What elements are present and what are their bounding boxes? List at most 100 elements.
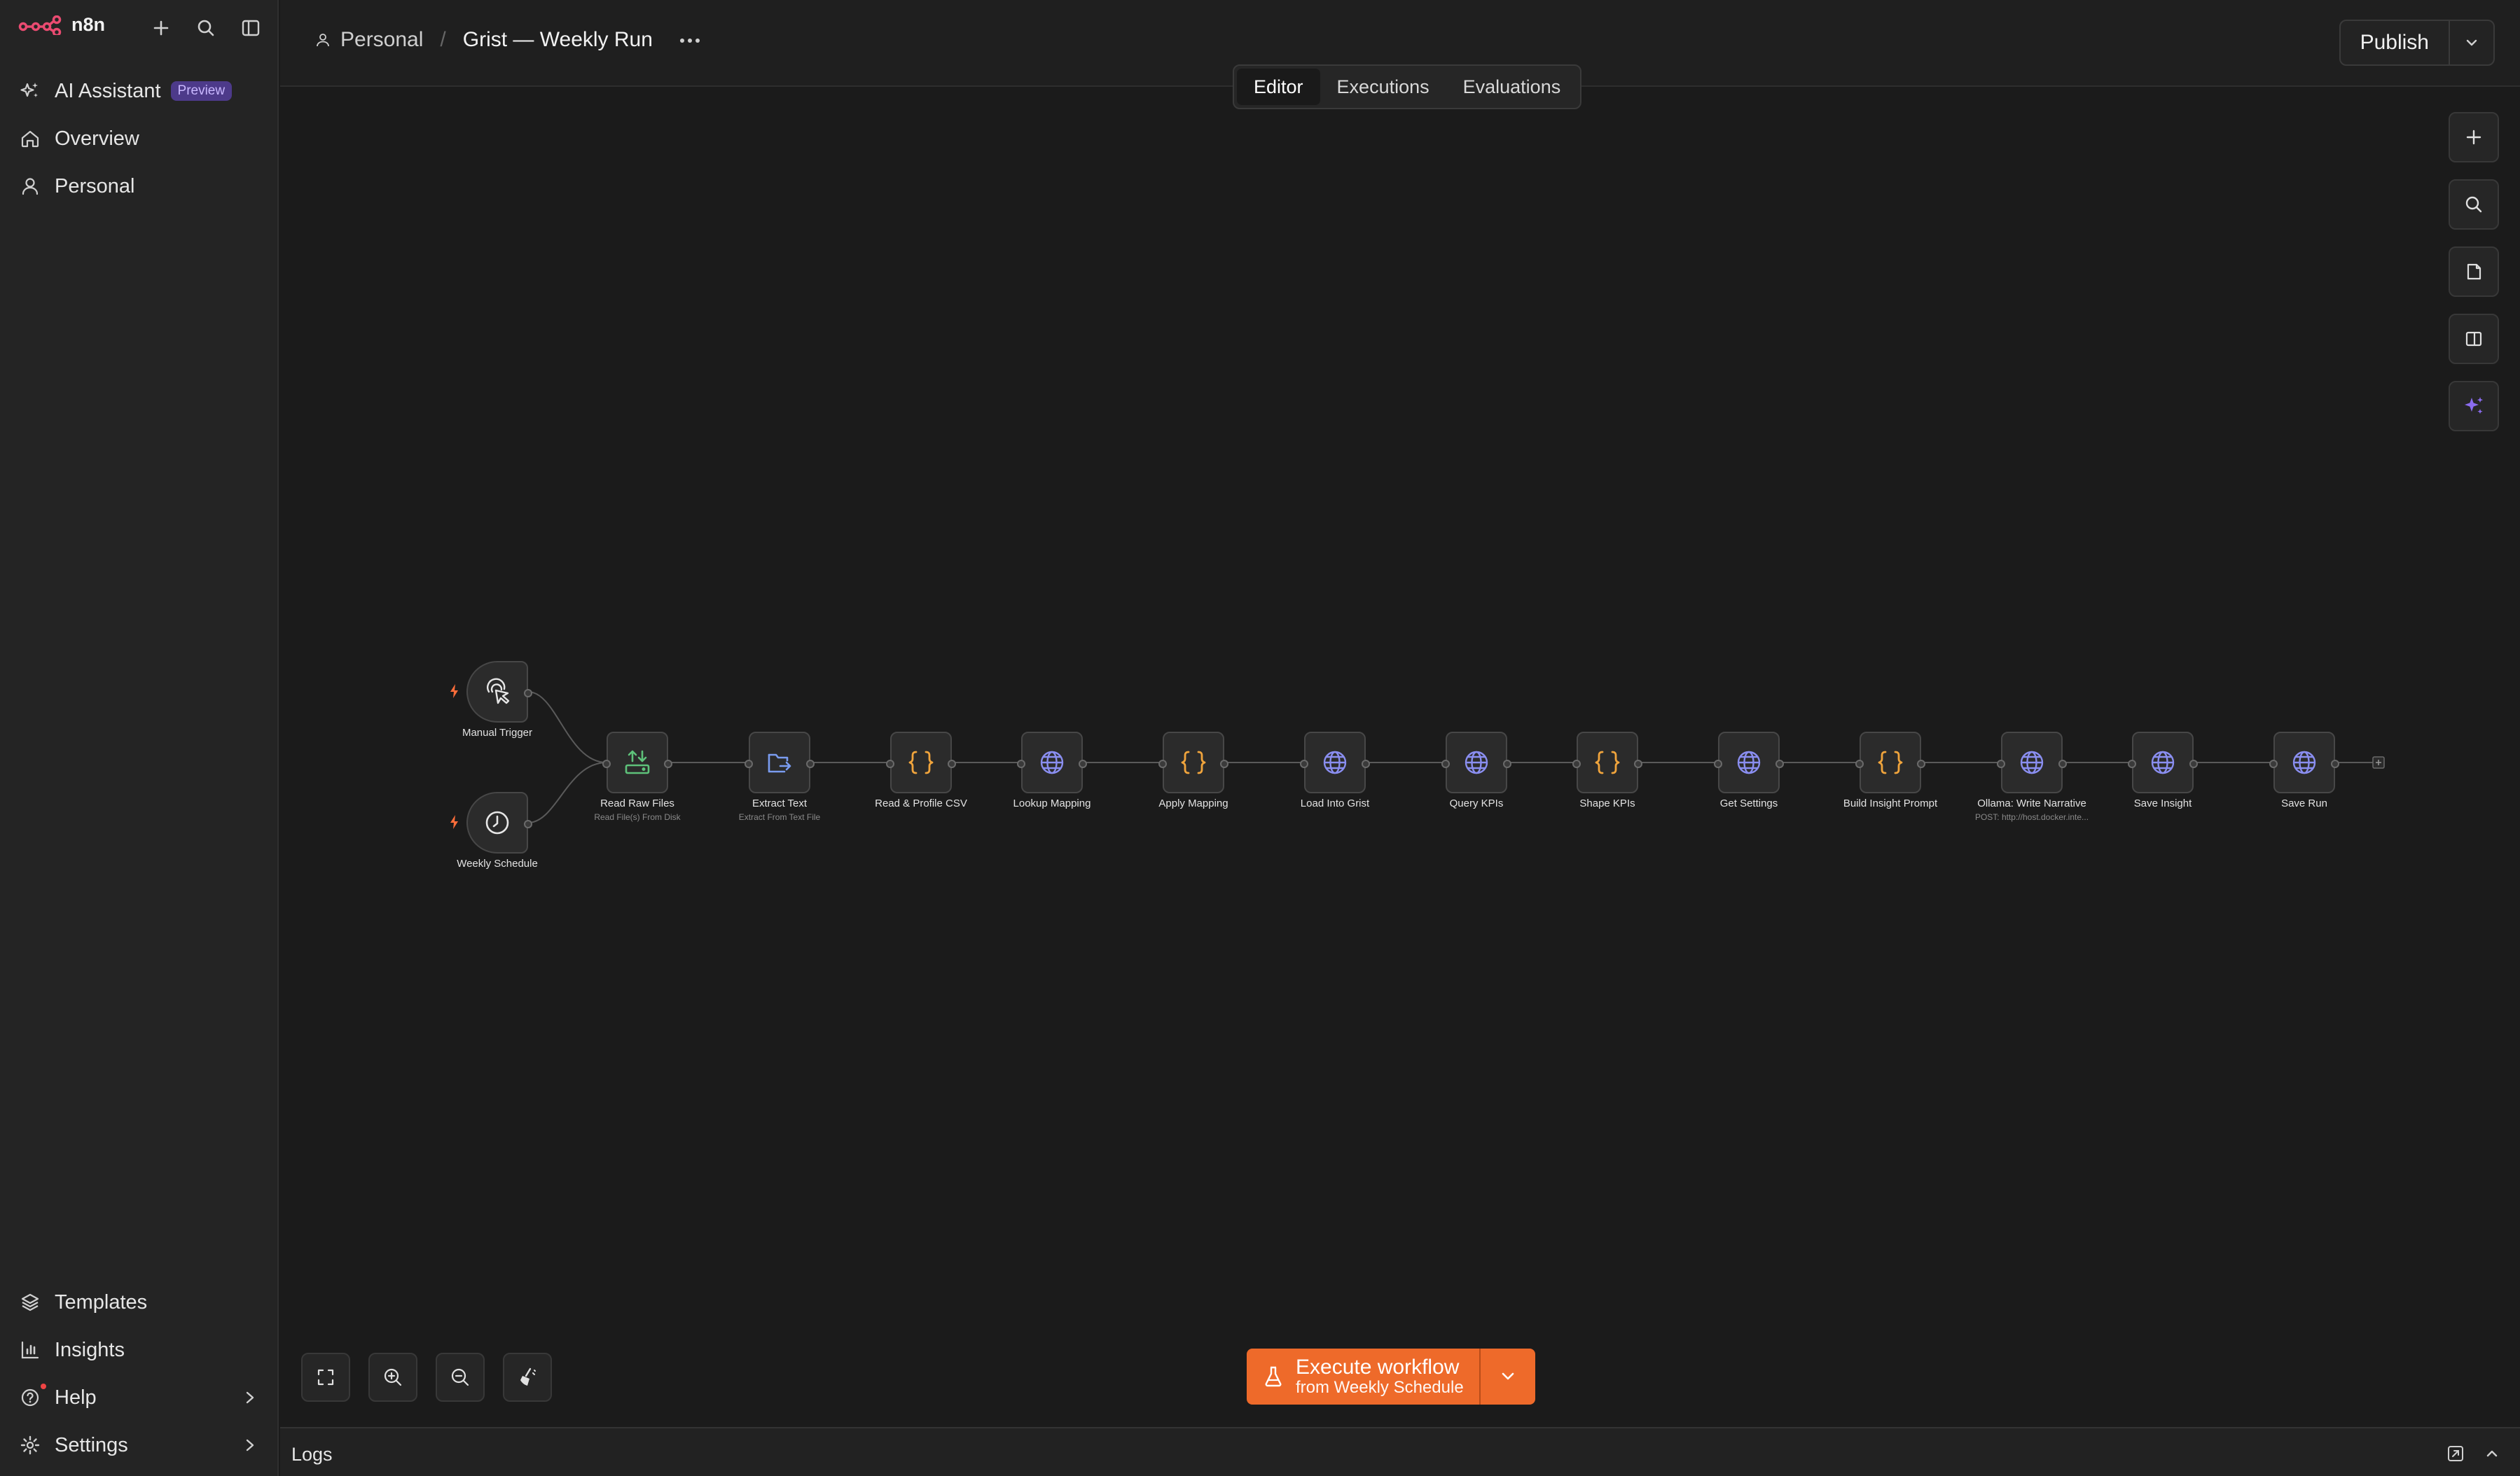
node-apply-mapping[interactable] [1158,732,1228,793]
tidy-up-button[interactable] [503,1353,552,1402]
toggle-panel-button[interactable] [2449,314,2499,364]
output-port[interactable] [1079,760,1087,768]
tab-editor[interactable]: Editor [1237,69,1320,105]
canvas-right-toolbar [2449,112,2499,431]
sidebar-item-help[interactable]: Help [0,1374,279,1421]
node-load-into-grist[interactable] [1300,732,1370,793]
breadcrumb-project[interactable]: Personal [340,28,423,52]
node-build-insight-prompt[interactable] [1855,732,1925,793]
node-save-insight[interactable] [2128,732,2198,793]
publish-button[interactable]: Publish [2341,21,2450,64]
node-manual-trigger[interactable] [450,661,532,723]
sticky-note-button[interactable] [2449,246,2499,297]
node-weekly-schedule[interactable] [450,792,532,854]
broom-icon [520,1367,536,1386]
execute-sublabel: from Weekly Schedule [1296,1378,1464,1398]
logs-title: Logs [291,1444,333,1465]
file-export-icon [768,753,791,773]
sidebar-item-templates[interactable]: Templates [0,1279,279,1326]
node-read-raw-files[interactable] [602,732,672,793]
output-port[interactable] [1362,760,1370,768]
output-port[interactable] [664,760,672,768]
node-read-profile-csv[interactable] [886,732,956,793]
add-node-button[interactable] [2449,112,2499,162]
sidebar-item-insights[interactable]: Insights [0,1326,279,1374]
fit-view-button[interactable] [301,1353,350,1402]
output-port[interactable] [2331,760,2339,768]
execute-options-button[interactable] [1479,1349,1535,1405]
input-port[interactable] [1017,760,1025,768]
input-port[interactable] [1997,760,2005,768]
search-button[interactable] [192,14,220,42]
input-port[interactable] [1441,760,1450,768]
output-port[interactable] [524,820,532,828]
node-lookup-mapping[interactable] [1017,732,1087,793]
zoom-out-button[interactable] [436,1353,485,1402]
user-icon [22,178,39,195]
node-label: Save Insight [2133,798,2192,809]
output-port[interactable] [1220,760,1228,768]
add-next-node-handle[interactable] [2372,756,2385,769]
more-options-button[interactable] [672,25,707,56]
publish-dropdown-button[interactable] [2450,21,2493,64]
notification-dot [41,1384,46,1389]
sidebar-item-overview[interactable]: Overview [0,115,279,162]
node-save-run[interactable] [2269,732,2339,793]
input-port[interactable] [1300,760,1308,768]
input-port[interactable] [886,760,894,768]
zoom-in-button[interactable] [368,1353,417,1402]
tab-evaluations[interactable]: Evaluations [1446,69,1578,105]
execute-workflow-button[interactable]: Execute workflow from Weekly Schedule [1247,1349,1479,1405]
output-port[interactable] [806,760,815,768]
node-query-kpis[interactable] [1441,732,1511,793]
output-port[interactable] [1634,760,1642,768]
sidebar-toggle-icon [242,20,260,36]
breadcrumb-separator: / [440,28,446,51]
output-port[interactable] [524,689,532,697]
output-port[interactable] [1503,760,1511,768]
node-ollama-write-narrative[interactable] [1997,732,2067,793]
node-shape-kpis[interactable] [1572,732,1642,793]
create-button[interactable] [147,14,175,42]
sidebar-item-personal[interactable]: Personal [0,162,279,210]
sidebar-item-label: Personal [55,174,135,197]
input-port[interactable] [745,760,753,768]
search-icon [2465,196,2482,213]
input-port[interactable] [2128,760,2136,768]
node-extract-text[interactable] [745,732,815,793]
node-get-settings[interactable] [1714,732,1784,793]
collapse-sidebar-button[interactable] [237,14,265,42]
input-port[interactable] [2269,760,2278,768]
input-port[interactable] [1855,760,1864,768]
output-port[interactable] [1775,760,1784,768]
output-port[interactable] [2189,760,2198,768]
output-port[interactable] [2058,760,2067,768]
workflow-canvas[interactable]: Manual Trigger Weekly Schedule Read Raw … [280,88,2520,1427]
n8n-logo[interactable]: n8n [18,14,105,36]
workflow-title[interactable]: Grist — Weekly Run [463,28,653,52]
chevron-right-icon [246,1439,254,1451]
input-port[interactable] [1158,760,1167,768]
sidebar-top-nav: AI Assistant Preview Overview Personal [0,67,279,210]
help-circle-icon [21,1388,39,1407]
logs-panel-bar[interactable]: Logs [280,1427,2520,1476]
input-port[interactable] [1572,760,1581,768]
node-subtitle: Extract From Text File [738,812,821,822]
globe-icon [1323,751,1347,774]
maximize-icon [317,1369,334,1386]
expand-logs-button[interactable] [2481,1442,2503,1465]
ai-assistant-button[interactable] [2449,381,2499,431]
input-port[interactable] [1714,760,1722,768]
search-nodes-button[interactable] [2449,179,2499,230]
output-port[interactable] [948,760,956,768]
input-port[interactable] [602,760,611,768]
sidebar-item-settings[interactable]: Settings [0,1421,279,1469]
sparkles-icon [20,83,38,97]
search-icon [198,20,214,36]
tab-executions[interactable]: Executions [1320,69,1446,105]
node-label: Apply Mapping [1158,798,1228,809]
output-port[interactable] [1917,760,1925,768]
sidebar-item-ai-assistant[interactable]: AI Assistant Preview [0,67,279,115]
pop-out-logs-button[interactable] [2444,1442,2467,1465]
sidebar-item-label: Templates [55,1290,148,1314]
